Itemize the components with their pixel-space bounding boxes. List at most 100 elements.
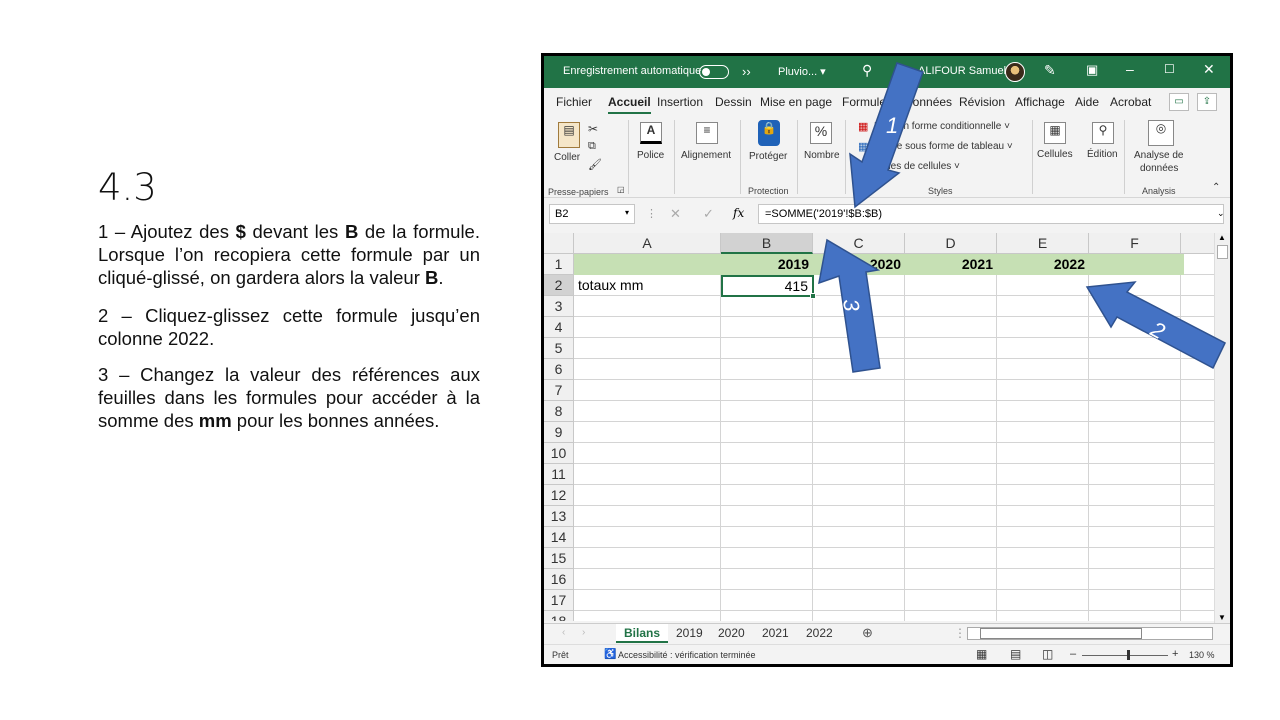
scroll-thumb[interactable] [1217,245,1228,259]
grid-cell[interactable] [721,464,813,485]
comment-icon[interactable]: ▭ [1169,93,1189,111]
grid-cell[interactable] [905,422,997,443]
grid-cell[interactable] [813,275,905,296]
grid-cell[interactable] [721,401,813,422]
expand-formula-icon[interactable]: ⌄ [1217,208,1225,219]
grid-cell[interactable] [997,485,1089,506]
row-header[interactable]: 1 [544,254,574,275]
grid-cell[interactable] [905,380,997,401]
grid-cell[interactable] [1089,464,1181,485]
grid-cell[interactable] [574,506,721,527]
file-name[interactable]: Pluvio... ▾ [778,65,826,78]
conditional-format-button[interactable]: Mise en forme conditionnelle ˅ [874,121,1010,132]
search-icon[interactable]: ⚲ [862,62,872,79]
grid-cell[interactable] [721,611,813,621]
font-color-icon[interactable]: A [640,122,662,144]
cellules-button[interactable]: Cellules [1037,149,1073,160]
tab-donnees[interactable]: Données [904,95,952,109]
grid-cell[interactable] [813,548,905,569]
pen-icon[interactable]: ✎ [1044,62,1056,79]
zoom-level[interactable]: 130 % [1189,650,1215,660]
grid-cell[interactable] [1181,485,1214,506]
sheet-tab-2020[interactable]: 2020 [710,624,753,643]
grid-cell[interactable] [574,422,721,443]
grid-cell[interactable] [1181,296,1214,317]
grid-cell[interactable] [905,611,997,621]
col-header-b[interactable]: B [721,233,813,254]
grid-cell[interactable] [721,422,813,443]
grid-cell[interactable] [813,443,905,464]
cell-styles-icon[interactable]: ▦ [858,160,868,173]
tab-mise-en-page[interactable]: Mise en page [760,95,832,109]
horizontal-scrollbar[interactable] [967,627,1213,640]
grid-cell[interactable] [905,317,997,338]
dialog-launcher-icon[interactable]: ◲ [617,185,625,194]
grid-cell[interactable] [1089,569,1181,590]
grid-cell[interactable] [1089,380,1181,401]
tab-acrobat[interactable]: Acrobat [1110,95,1151,109]
grid-cell[interactable] [813,590,905,611]
row-header[interactable]: 10 [544,443,574,464]
grid-cell[interactable] [1089,548,1181,569]
analyse-label-2[interactable]: données [1140,163,1178,174]
cell-a2[interactable]: totaux mm [574,275,721,296]
prev-sheet-icon[interactable]: ‹ [562,627,565,638]
grid-cell[interactable] [1089,506,1181,527]
tab-fichier[interactable]: Fichier [556,95,592,109]
copy-icon[interactable]: ⧉ [588,140,596,153]
grid-cell[interactable] [813,569,905,590]
grid-cell[interactable] [1181,590,1214,611]
grid-cell[interactable] [574,401,721,422]
grid-cell[interactable] [1181,506,1214,527]
grid-cell[interactable] [1181,254,1214,275]
grid-cell[interactable] [574,548,721,569]
cell-b1[interactable]: 2019 [721,254,813,275]
fx-icon[interactable]: fx [733,206,744,220]
grid-cell[interactable] [813,338,905,359]
alignement-button[interactable]: Alignement [681,150,731,161]
grid-cell[interactable] [1181,422,1214,443]
grid-cell[interactable] [1089,296,1181,317]
grid-cell[interactable] [1181,275,1214,296]
grid-cell[interactable] [997,338,1089,359]
row-header[interactable]: 11 [544,464,574,485]
grid-cell[interactable] [997,548,1089,569]
grid-cell[interactable] [905,275,997,296]
cell-e1[interactable]: 2022 [997,254,1089,275]
grid-cell[interactable] [997,569,1089,590]
grid-cell[interactable] [574,443,721,464]
cut-icon[interactable]: ✂ [588,122,598,136]
cell-c1[interactable]: 2020 [813,254,905,275]
scroll-thumb[interactable] [980,628,1142,639]
grid-cell[interactable] [1089,401,1181,422]
grid-cell[interactable] [997,275,1089,296]
col-header-e[interactable]: E [997,233,1089,254]
grid-cell[interactable] [1181,359,1214,380]
grid-cell[interactable] [1181,548,1214,569]
grid-cell[interactable] [997,590,1089,611]
grid-cell[interactable] [905,548,997,569]
grid-cell[interactable] [721,338,813,359]
grid-cell[interactable] [813,296,905,317]
grid-cell[interactable] [813,422,905,443]
table-format-button[interactable]: Mettre sous forme de tableau ˅ [874,141,1013,152]
grid-cell[interactable] [574,590,721,611]
tab-aide[interactable]: Aide [1075,95,1099,109]
cell-styles-button[interactable]: Styles de cellules ˅ [874,161,960,172]
close-icon[interactable]: ✕ [1203,61,1215,78]
add-sheet-icon[interactable]: ⊕ [862,625,873,641]
grid-cell[interactable] [905,359,997,380]
grid-cell[interactable] [813,380,905,401]
collapse-ribbon-icon[interactable]: ⌃ [1212,182,1220,193]
protect-icon[interactable]: 🔒 [758,120,780,146]
zoom-out-icon[interactable]: – [1070,648,1076,660]
grid-cell[interactable] [721,317,813,338]
grid-cell[interactable] [997,422,1089,443]
grid-cell[interactable] [574,485,721,506]
row-header[interactable]: 15 [544,548,574,569]
avatar[interactable] [1005,62,1025,82]
grid-cell[interactable] [997,317,1089,338]
tab-dessin[interactable]: Dessin [715,95,752,109]
vertical-scrollbar[interactable]: ▲ ▼ [1214,233,1230,625]
grid-cell[interactable] [1181,569,1214,590]
